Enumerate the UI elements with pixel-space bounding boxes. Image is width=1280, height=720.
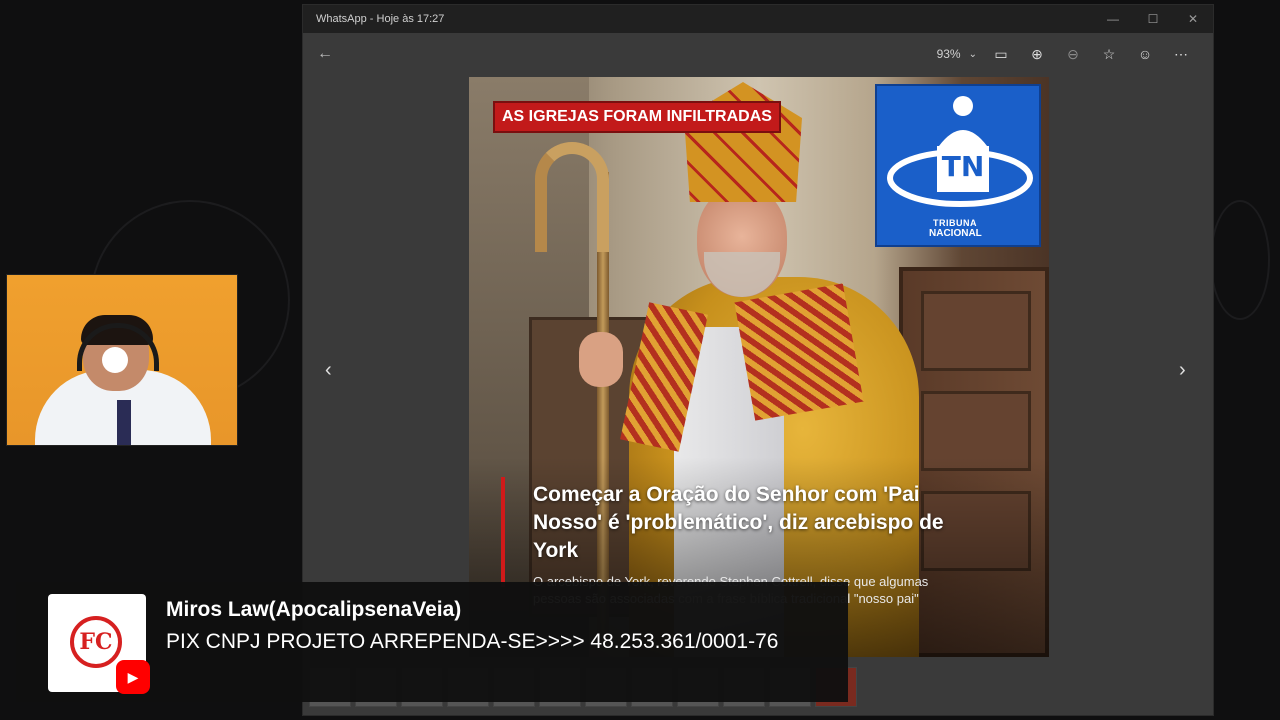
tribuna-nacional-logo: TN TRIBUNA NACIONAL	[875, 84, 1041, 247]
headline-badge: AS IGREJAS FORAM INFILTRADAS	[493, 101, 781, 133]
emoji-icon[interactable]: ☺	[1127, 40, 1163, 68]
fit-to-window-icon[interactable]: ▭	[983, 40, 1019, 68]
maximize-icon[interactable]: ☐	[1133, 12, 1173, 26]
favorite-star-icon[interactable]: ☆	[1091, 40, 1127, 68]
headline-accent-bar	[501, 477, 505, 587]
zoom-out-icon[interactable]: ⊖	[1055, 40, 1091, 68]
logo-initials: TN	[941, 150, 985, 183]
chevron-down-icon: ⌄	[968, 48, 977, 60]
webcam-feed	[6, 274, 238, 446]
toolbar: ← 93% ⌄ ▭ ⊕ ⊖ ☆ ☺ ⋯	[303, 33, 1213, 75]
youtube-icon: ▶	[116, 660, 150, 694]
zoom-level-dropdown[interactable]: 93% ⌄	[931, 40, 983, 68]
displayed-image: AS IGREJAS FORAM INFILTRADAS TN TRIBUNA …	[469, 77, 1049, 657]
zoom-in-icon[interactable]: ⊕	[1019, 40, 1055, 68]
background-decoration	[1210, 200, 1270, 320]
window-title: WhatsApp - Hoje às 17:27	[316, 13, 445, 25]
title-bar: WhatsApp - Hoje às 17:27 — ☐ ✕	[303, 5, 1213, 33]
mitre	[684, 82, 802, 202]
webcam-person-tie	[117, 400, 131, 445]
close-icon[interactable]: ✕	[1173, 12, 1213, 26]
logo-name-line1: TRIBUNA	[933, 218, 977, 228]
channel-logo-mark: FC	[70, 616, 122, 668]
minimize-icon[interactable]: —	[1093, 12, 1133, 26]
zoom-level-value: 93%	[936, 47, 961, 61]
channel-banner: FC ▶ Miros Law(ApocalipsenaVeia) PIX CNP…	[16, 582, 848, 702]
more-options-icon[interactable]: ⋯	[1163, 40, 1199, 68]
article-headline: Começar a Oração do Senhor com 'Pai Noss…	[533, 483, 944, 562]
cup-icon	[102, 347, 128, 373]
pix-donation-line: PIX CNPJ PROJETO ARREPENDA-SE>>>> 48.253…	[166, 630, 779, 653]
channel-name: Miros Law(ApocalipsenaVeia)	[166, 598, 462, 621]
logo-name-line2: NACIONAL	[929, 228, 982, 239]
chevron-right-icon[interactable]: ›	[1179, 359, 1186, 382]
chevron-left-icon[interactable]: ‹	[325, 359, 332, 382]
back-arrow-icon[interactable]: ←	[317, 45, 341, 63]
